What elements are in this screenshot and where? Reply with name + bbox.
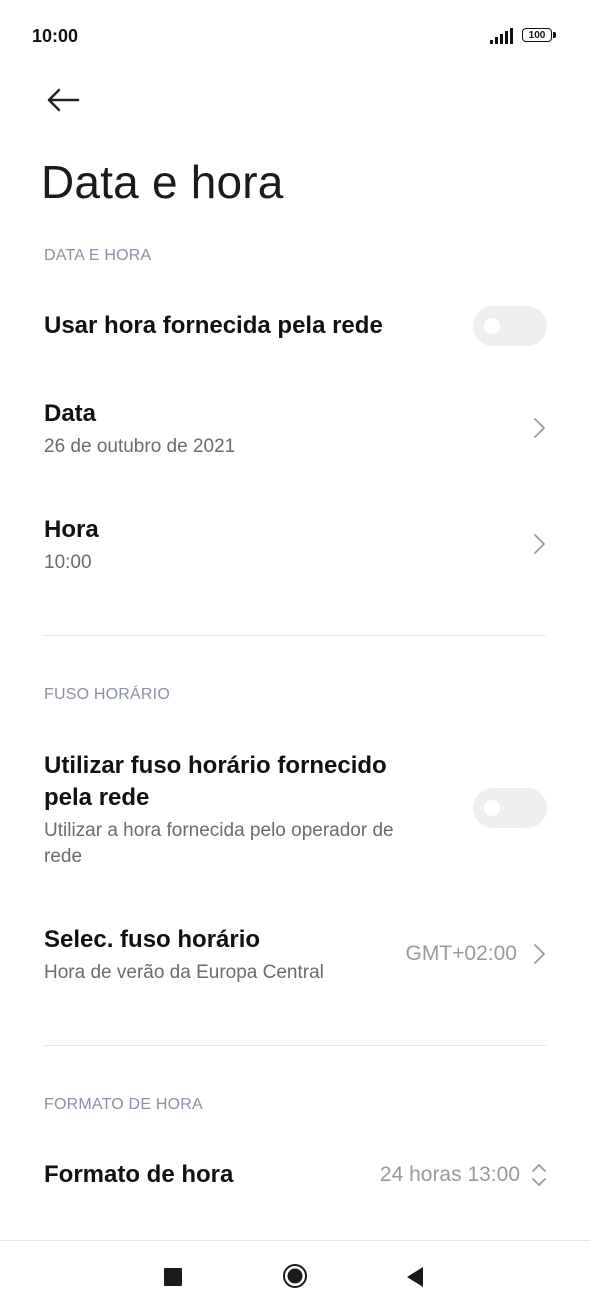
status-time: 10:00 <box>32 26 79 46</box>
signal-icon <box>490 28 513 44</box>
use-network-timezone-desc-line1: Utilizar a hora fornecida pelo operador … <box>44 820 394 841</box>
time-format-value: 24 horas 13:00 <box>379 1163 520 1186</box>
chevron-right-icon <box>534 534 545 554</box>
square-icon[interactable] <box>164 1268 182 1286</box>
arrow-left-icon <box>47 88 80 112</box>
battery-level: 100 <box>528 29 546 41</box>
navigation-bar <box>0 1240 590 1313</box>
back-button[interactable] <box>40 80 86 120</box>
page-title: Data e hora <box>41 156 284 208</box>
date-label: Data <box>44 400 97 427</box>
time-format-label: Formato de hora <box>44 1161 234 1188</box>
status-bar: 10:00 100 <box>0 0 590 74</box>
toggle-knob <box>484 800 500 816</box>
section-header-time-format: FORMATO DE HORA <box>44 1096 203 1113</box>
toggle-knob <box>484 318 500 334</box>
timezone-value: GMT+02:00 <box>405 942 517 965</box>
battery-icon: 100 <box>522 28 552 42</box>
date-value: 26 de outubro de 2021 <box>44 436 236 457</box>
use-network-timezone-toggle[interactable] <box>473 788 547 828</box>
section-header-date-time: DATA E HORA <box>44 247 152 264</box>
chevron-up-down-icon <box>532 1164 546 1186</box>
divider <box>44 1045 546 1046</box>
chevron-right-icon <box>534 418 545 438</box>
use-network-timezone-label-line1: Utilizar fuso horário fornecido <box>44 752 387 779</box>
select-timezone-label: Selec. fuso horário <box>44 926 261 953</box>
chevron-right-icon <box>534 944 545 964</box>
battery-tip <box>553 32 556 38</box>
time-value: 10:00 <box>44 552 92 573</box>
section-header-timezone: FUSO HORÁRIO <box>44 686 170 703</box>
use-network-timezone-label-line2: pela rede <box>44 784 150 811</box>
triangle-left-icon[interactable] <box>404 1265 426 1289</box>
select-timezone-sub: Hora de verão da Europa Central <box>44 962 324 983</box>
circle-icon[interactable] <box>282 1263 308 1289</box>
use-network-time-label: Usar hora fornecida pela rede <box>44 312 383 339</box>
time-label: Hora <box>44 516 99 543</box>
use-network-timezone-desc-line2: rede <box>44 846 83 867</box>
use-network-time-toggle[interactable] <box>473 306 547 346</box>
divider <box>44 635 546 636</box>
